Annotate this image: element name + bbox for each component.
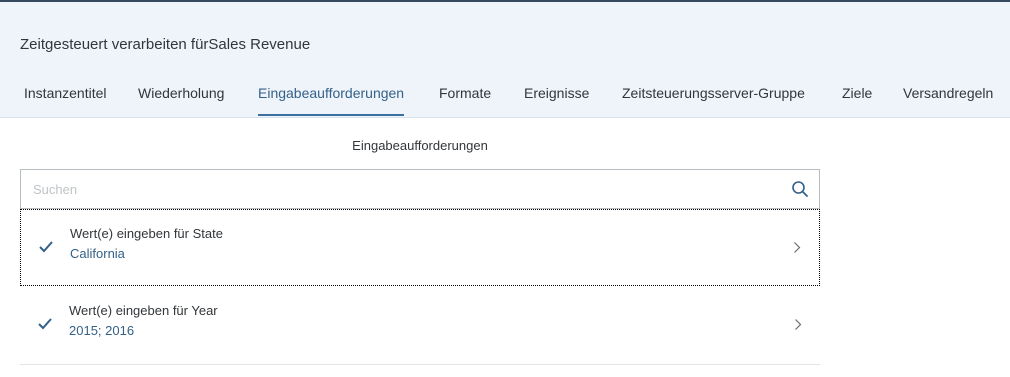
tab-wiederholung[interactable]: Wiederholung — [138, 85, 224, 117]
prompt-value: California — [70, 246, 125, 261]
prompt-item-year[interactable]: Wert(e) eingeben für Year 2015; 2016 — [20, 287, 820, 365]
section-title: Eingabeaufforderungen — [352, 138, 488, 153]
search-input[interactable] — [21, 170, 785, 208]
check-icon — [38, 318, 52, 330]
tab-zeitsteuerungsserver-gruppe[interactable]: Zeitsteuerungsserver-Gruppe — [622, 85, 805, 117]
page-title: Zeitgesteuert verarbeiten fürSales Reven… — [20, 36, 311, 53]
prompt-label: Wert(e) eingeben für Year — [69, 303, 218, 318]
tab-eingabeaufforderungen[interactable]: Eingabeaufforderungen — [258, 85, 405, 117]
tab-ziele[interactable]: Ziele — [842, 85, 872, 117]
tab-bar: Instanzentitel Wiederholung Eingabeauffo… — [0, 85, 1010, 117]
prompt-value: 2015; 2016 — [69, 323, 135, 338]
chevron-right-icon — [794, 242, 801, 253]
tab-versandregeln[interactable]: Versandregeln — [903, 85, 993, 117]
tab-ereignisse[interactable]: Ereignisse — [524, 85, 589, 117]
check-icon — [39, 241, 53, 253]
dialog-header: Zeitgesteuert verarbeiten fürSales Reven… — [0, 2, 1010, 118]
search-icon[interactable] — [791, 180, 809, 198]
chevron-right-icon — [795, 319, 802, 330]
search-box — [20, 169, 820, 209]
tab-formate[interactable]: Formate — [439, 85, 491, 117]
prompt-item-state[interactable]: Wert(e) eingeben für State California — [20, 209, 820, 286]
tab-instanzentitel[interactable]: Instanzentitel — [24, 85, 107, 117]
prompt-label: Wert(e) eingeben für State — [70, 226, 223, 241]
